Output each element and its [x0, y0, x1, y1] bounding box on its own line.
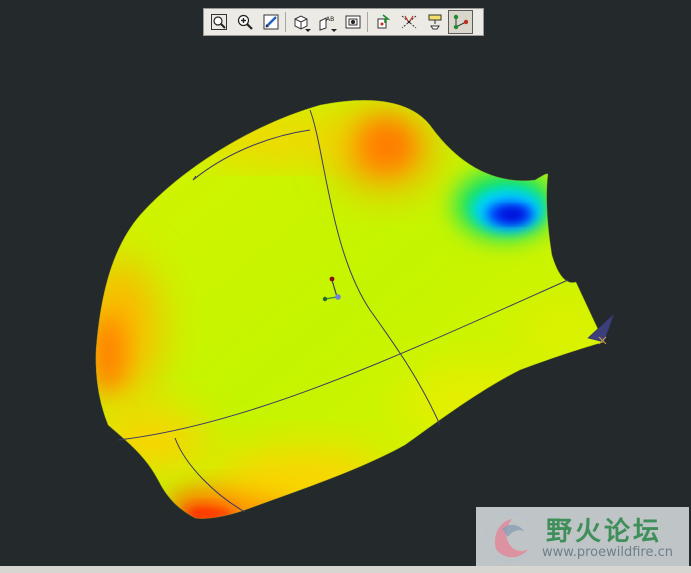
forum-logo-icon [485, 512, 535, 562]
zoom-fit-icon [210, 14, 227, 30]
repaint-icon [263, 14, 278, 30]
spin-center-button[interactable] [370, 10, 395, 34]
watermark: 野火论坛 www.proewildfire.cn [476, 507, 689, 567]
toolbar-separator [367, 12, 368, 32]
window-bottom-border [0, 566, 691, 573]
spin-center-icon [377, 14, 390, 29]
watermark-title: 野火论坛 [546, 517, 663, 547]
axis-display-button[interactable] [396, 10, 421, 34]
toolbar-separator [285, 12, 286, 32]
repaint-button[interactable] [258, 10, 283, 34]
view-manager-button[interactable] [340, 10, 365, 34]
point-display-button[interactable] [448, 10, 473, 34]
dropdown-caret-icon [305, 29, 311, 32]
point-display-icon [453, 14, 468, 30]
annotation-display-icon [428, 14, 441, 30]
refit-button[interactable] [206, 10, 231, 34]
annotation-display-button[interactable] [422, 10, 447, 34]
saved-views-glyph: AB [326, 16, 334, 23]
dropdown-caret-icon [331, 29, 337, 32]
view-manager-icon [345, 15, 360, 29]
watermark-url: www.proewildfire.cn [542, 545, 673, 560]
axis-display-icon [401, 15, 416, 29]
saved-views-button[interactable]: AB [314, 10, 339, 34]
curvature-surface[interactable] [80, 90, 620, 530]
zoom-in-icon [237, 14, 253, 30]
view-toolbar: AB [203, 8, 484, 36]
display-style-button[interactable] [288, 10, 313, 34]
zoom-in-button[interactable] [232, 10, 257, 34]
graphics-viewport[interactable] [0, 0, 691, 573]
